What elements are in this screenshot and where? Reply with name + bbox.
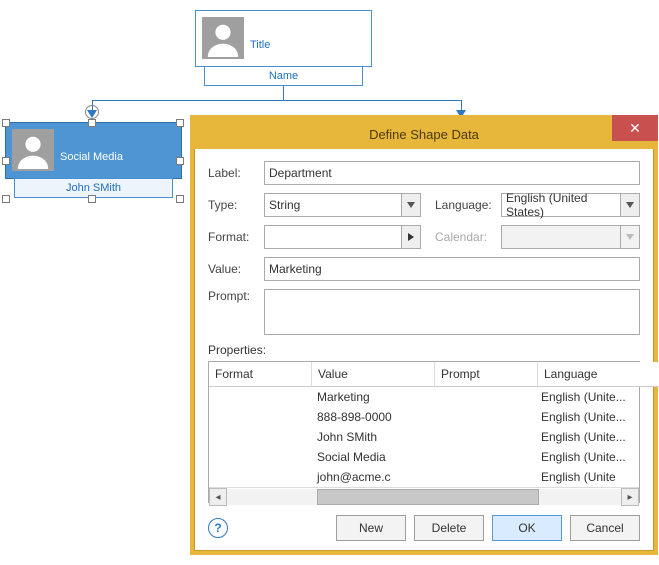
cell-format bbox=[209, 447, 311, 467]
label-label: Label: bbox=[208, 166, 264, 180]
new-button[interactable]: New bbox=[336, 515, 406, 541]
properties-table[interactable]: Format Value Prompt Language MarketingEn… bbox=[208, 361, 640, 503]
org-card-role: Social Media bbox=[60, 151, 123, 163]
close-button[interactable]: ✕ bbox=[612, 115, 658, 141]
table-row[interactable]: MarketingEnglish (Unite...C bbox=[209, 387, 659, 407]
language-select[interactable]: English (United States) bbox=[501, 193, 621, 217]
table-row[interactable]: 888-898-0000English (Unite...C bbox=[209, 407, 659, 427]
label-properties: Properties: bbox=[208, 343, 640, 357]
dialog-title: Define Shape Data bbox=[369, 127, 479, 142]
org-card-name: Name bbox=[269, 70, 298, 82]
cell-language: English (Unite... bbox=[535, 427, 659, 447]
cell-value: Social Media bbox=[311, 447, 433, 467]
cell-prompt bbox=[433, 467, 535, 487]
cell-language: English (Unite bbox=[535, 467, 659, 487]
scroll-track[interactable] bbox=[227, 489, 621, 505]
selection-handle[interactable] bbox=[2, 119, 10, 127]
chevron-down-icon bbox=[626, 202, 634, 208]
format-builder-button[interactable] bbox=[402, 225, 421, 249]
connector-line bbox=[92, 100, 462, 101]
org-card-role: Title bbox=[250, 39, 270, 51]
type-dropdown-button[interactable] bbox=[402, 193, 421, 217]
horizontal-scrollbar[interactable]: ◂ ▸ bbox=[209, 487, 639, 506]
col-value[interactable]: Value bbox=[312, 362, 435, 386]
org-card-parent[interactable]: Title bbox=[195, 10, 372, 67]
ok-button[interactable]: OK bbox=[492, 515, 562, 541]
label-type: Type: bbox=[208, 198, 264, 212]
cell-language: English (Unite... bbox=[535, 387, 659, 407]
calendar-dropdown-button bbox=[621, 225, 640, 249]
cell-value: Marketing bbox=[311, 387, 433, 407]
chevron-down-icon bbox=[626, 234, 634, 240]
format-input[interactable] bbox=[264, 225, 402, 249]
avatar-placeholder bbox=[12, 129, 54, 171]
cell-language: English (Unite... bbox=[535, 447, 659, 467]
help-icon: ? bbox=[214, 521, 221, 535]
table-row[interactable]: john@acme.c English (Unite bbox=[209, 467, 659, 487]
connector-line bbox=[283, 86, 284, 100]
org-card-child[interactable]: Social Media bbox=[5, 122, 182, 179]
cell-prompt bbox=[433, 427, 535, 447]
language-dropdown-button[interactable] bbox=[621, 193, 640, 217]
dialog-titlebar[interactable]: Define Shape Data ✕ bbox=[194, 119, 654, 149]
selection-handle[interactable] bbox=[88, 195, 96, 203]
cell-prompt bbox=[433, 407, 535, 427]
label-calendar: Calendar: bbox=[435, 230, 501, 244]
col-language[interactable]: Language bbox=[538, 362, 659, 386]
cell-prompt bbox=[433, 447, 535, 467]
help-button[interactable]: ? bbox=[208, 518, 228, 538]
chevron-down-icon bbox=[407, 202, 415, 208]
avatar-placeholder bbox=[202, 17, 244, 59]
col-format[interactable]: Format bbox=[209, 362, 312, 386]
cell-format bbox=[209, 407, 311, 427]
prompt-input[interactable] bbox=[264, 289, 640, 335]
cell-format bbox=[209, 467, 311, 487]
value-input[interactable]: Marketing bbox=[264, 257, 640, 281]
selection-handle[interactable] bbox=[176, 119, 184, 127]
cell-value: 888-898-0000 bbox=[311, 407, 433, 427]
type-select[interactable]: String bbox=[264, 193, 402, 217]
selection-handle[interactable] bbox=[2, 157, 10, 165]
calendar-select bbox=[501, 225, 621, 249]
cell-value: John SMith bbox=[311, 427, 433, 447]
cell-format bbox=[209, 387, 311, 407]
selection-handle[interactable] bbox=[2, 195, 10, 203]
cell-value: john@acme.c bbox=[311, 467, 433, 487]
cell-language: English (Unite... bbox=[535, 407, 659, 427]
table-row[interactable]: John SMithEnglish (Unite...C bbox=[209, 427, 659, 447]
scroll-right-button[interactable]: ▸ bbox=[621, 488, 639, 506]
label-language: Language: bbox=[435, 198, 501, 212]
table-header-row: Format Value Prompt Language bbox=[209, 362, 659, 387]
cancel-button[interactable]: Cancel bbox=[570, 515, 640, 541]
table-row[interactable]: Social MediaEnglish (Unite...C bbox=[209, 447, 659, 467]
scroll-thumb[interactable] bbox=[317, 489, 539, 505]
define-shape-data-dialog: Define Shape Data ✕ Label: Department Ty… bbox=[190, 115, 658, 555]
col-prompt[interactable]: Prompt bbox=[435, 362, 538, 386]
org-card-name-base[interactable]: Name bbox=[204, 66, 363, 86]
cell-format bbox=[209, 427, 311, 447]
label-input[interactable]: Department bbox=[264, 161, 640, 185]
arrow-down-icon bbox=[87, 110, 97, 118]
delete-button[interactable]: Delete bbox=[414, 515, 484, 541]
scroll-left-button[interactable]: ◂ bbox=[209, 488, 227, 506]
close-icon: ✕ bbox=[629, 120, 641, 137]
org-card-name: John SMith bbox=[66, 182, 121, 194]
label-format: Format: bbox=[208, 230, 264, 244]
selection-handle[interactable] bbox=[88, 119, 96, 127]
cell-prompt bbox=[433, 387, 535, 407]
selection-handle[interactable] bbox=[176, 195, 184, 203]
selection-handle[interactable] bbox=[176, 157, 184, 165]
play-icon bbox=[408, 233, 414, 241]
label-value: Value: bbox=[208, 262, 264, 276]
label-prompt: Prompt: bbox=[208, 289, 264, 303]
